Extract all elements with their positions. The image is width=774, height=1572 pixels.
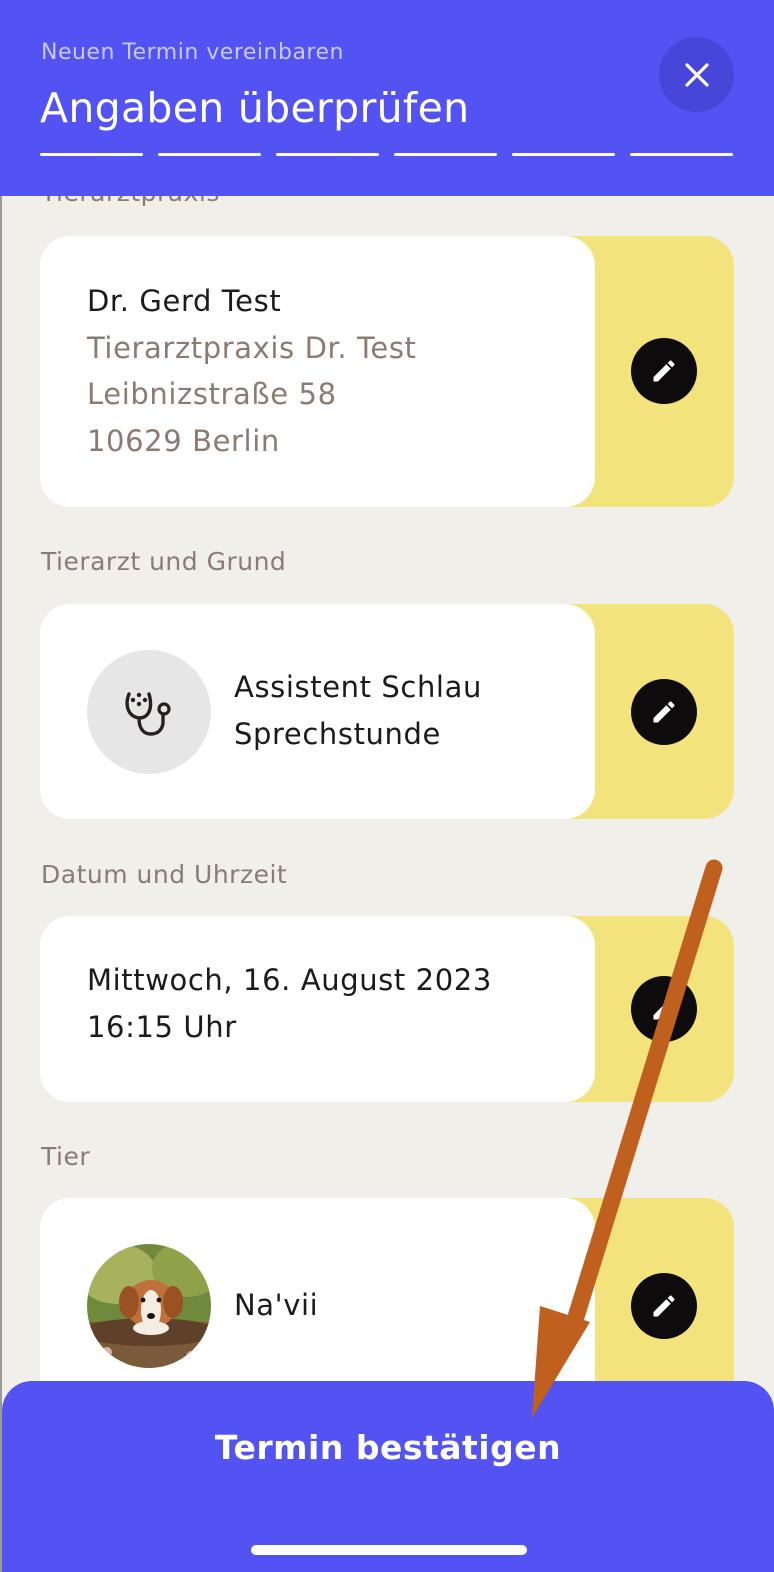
- close-icon: [684, 62, 709, 87]
- progress-step: [40, 153, 143, 156]
- stethoscope-avatar: [87, 650, 211, 774]
- page-title: Angaben überprüfen: [40, 84, 470, 132]
- progress-step: [276, 153, 379, 156]
- vet-reason-card: Assistent Schlau Sprechstunde: [40, 604, 734, 819]
- practice-street: Leibnizstraße 58: [87, 377, 337, 411]
- pet-avatar: [87, 1244, 211, 1368]
- practice-name: Tierarztpraxis Dr. Test: [87, 331, 417, 365]
- vet-assistant-name: Assistent Schlau: [234, 670, 482, 704]
- section-label-datetime: Datum und Uhrzeit: [41, 860, 288, 889]
- left-edge: [0, 0, 2, 1572]
- confirm-button[interactable]: Termin bestätigen: [2, 1381, 774, 1572]
- pencil-icon: [653, 1295, 675, 1317]
- edit-practice-button[interactable]: [631, 338, 697, 404]
- pencil-icon: [653, 701, 675, 723]
- appointment-time: 16:15 Uhr: [87, 1010, 237, 1044]
- section-label-pet: Tier: [41, 1142, 91, 1171]
- progress-step: [394, 153, 497, 156]
- pencil-icon: [653, 998, 675, 1020]
- close-button[interactable]: [659, 37, 734, 112]
- pet-name: Na'vii: [234, 1288, 319, 1322]
- practice-city: 10629 Berlin: [87, 424, 280, 458]
- progress-step: [630, 153, 733, 156]
- progress-step: [512, 153, 615, 156]
- progress-step: [158, 153, 261, 156]
- appointment-reason: Sprechstunde: [234, 717, 441, 751]
- pencil-icon: [653, 360, 675, 382]
- edit-pet-button[interactable]: [631, 1273, 697, 1339]
- header: Neuen Termin vereinbaren Angaben überprü…: [0, 0, 774, 196]
- header-subtitle: Neuen Termin vereinbaren: [41, 40, 344, 65]
- vet-reason-info: Assistent Schlau Sprechstunde: [40, 604, 595, 819]
- edit-datetime-button[interactable]: [631, 976, 697, 1042]
- datetime-card: Mittwoch, 16. August 2023 16:15 Uhr: [40, 916, 734, 1102]
- appointment-date: Mittwoch, 16. August 2023: [87, 963, 492, 997]
- practice-info: Dr. Gerd Test Tierarztpraxis Dr. Test Le…: [40, 236, 595, 507]
- edit-vet-reason-button[interactable]: [631, 679, 697, 745]
- datetime-info: Mittwoch, 16. August 2023 16:15 Uhr: [40, 916, 595, 1102]
- practice-card: Dr. Gerd Test Tierarztpraxis Dr. Test Le…: [40, 236, 734, 507]
- vet-name: Dr. Gerd Test: [87, 284, 282, 318]
- home-indicator: [251, 1545, 527, 1555]
- stethoscope-icon: [125, 692, 171, 736]
- progress-steps: [40, 153, 733, 156]
- confirm-button-label: Termin bestätigen: [214, 1428, 562, 1467]
- section-label-vet-reason: Tierarzt und Grund: [41, 547, 287, 576]
- dog-photo: [87, 1244, 211, 1368]
